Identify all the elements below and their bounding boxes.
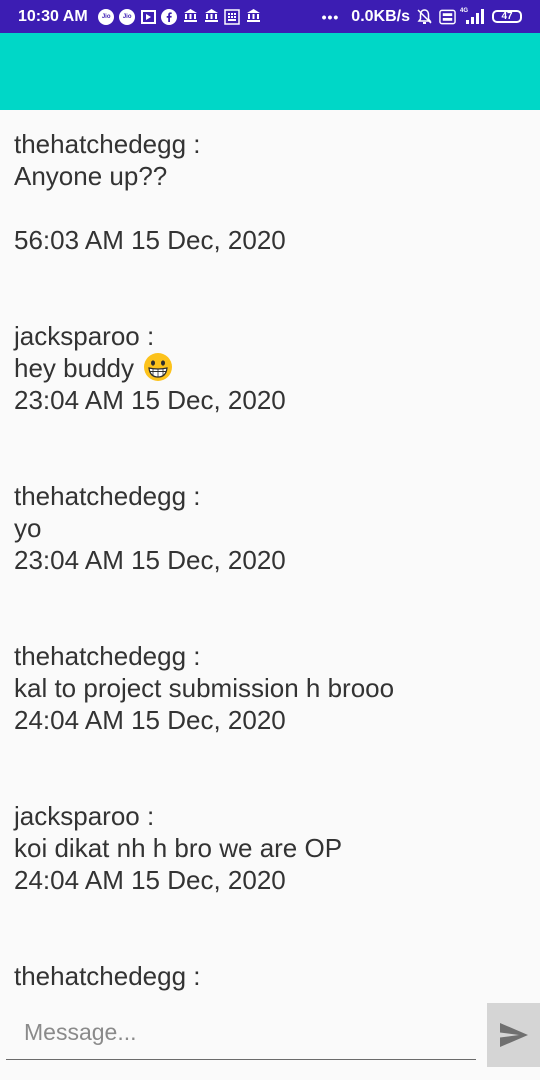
app-bar	[0, 33, 540, 110]
status-bar: 10:30 AM Jio Jio ••• 0.0KB/s 4G 47	[0, 0, 540, 33]
message-text: Anyone up??	[14, 161, 168, 191]
battery-icon: 47	[492, 10, 522, 23]
mute-bell-icon	[416, 8, 433, 25]
message-sender: thehatchedegg :	[14, 641, 201, 671]
message-time: 24:04 AM 15 Dec, 2020	[14, 865, 286, 895]
bank-app-icon	[203, 8, 220, 25]
message-text: kal to project submission h brooo	[14, 673, 395, 703]
bank-app-icon	[245, 8, 262, 25]
message-sender: jacksparoo :	[14, 321, 155, 351]
message-sender: thehatchedegg :	[14, 481, 201, 511]
message-input[interactable]	[6, 1006, 476, 1060]
message-time: 24:04 AM 15 Dec, 2020	[14, 705, 286, 735]
grinning-face-icon	[144, 353, 173, 381]
status-left: 10:30 AM Jio Jio	[18, 8, 262, 26]
signal-icon: 4G	[459, 7, 486, 25]
more-dots-icon: •••	[321, 8, 340, 25]
volte-icon	[439, 8, 456, 25]
jio-icon: Jio	[119, 8, 136, 25]
message-item: thehatchedegg :	[14, 960, 526, 992]
message-item: thehatchedegg : yo 23:04 AM 15 Dec, 2020	[14, 480, 526, 576]
network-type: 4G	[459, 7, 468, 14]
battery-level: 47	[501, 11, 513, 22]
send-button[interactable]	[487, 1003, 540, 1067]
message-item: jacksparoo : koi dikat nh h bro we are O…	[14, 800, 526, 896]
jio-label: Jio	[98, 8, 115, 25]
message-sender: jacksparoo :	[14, 801, 155, 831]
message-text: koi dikat nh h bro we are OP	[14, 833, 343, 863]
video-player-icon	[140, 8, 157, 25]
message-time: 56:03 AM 15 Dec, 2020	[14, 225, 286, 255]
message-list[interactable]: thehatchedegg : Anyone up?? 56:03 AM 15 …	[0, 110, 540, 1000]
send-icon	[499, 1023, 528, 1047]
message-time: 23:04 AM 15 Dec, 2020	[14, 545, 286, 575]
network-speed: 0.0KB/s	[351, 7, 410, 25]
jio-label: Jio	[119, 8, 136, 25]
message-composer	[0, 998, 540, 1080]
facebook-icon	[161, 8, 178, 25]
status-right: ••• 0.0KB/s 4G 47	[322, 8, 522, 26]
jio-icon: Jio	[98, 8, 115, 25]
calculator-icon	[224, 8, 241, 25]
message-text: yo	[14, 513, 42, 543]
message-text-line: hey buddy	[14, 352, 526, 384]
bank-app-icon	[182, 8, 199, 25]
message-item: thehatchedegg : kal to project submissio…	[14, 640, 526, 736]
message-text: hey buddy	[14, 353, 134, 383]
message-time: 23:04 AM 15 Dec, 2020	[14, 385, 286, 415]
message-item: jacksparoo : hey buddy 23:04 AM 15 Dec, …	[14, 320, 526, 416]
message-item: thehatchedegg : Anyone up?? 56:03 AM 15 …	[14, 128, 526, 256]
message-sender: thehatchedegg :	[14, 129, 201, 159]
message-sender: thehatchedegg :	[14, 961, 201, 991]
status-time: 10:30 AM	[18, 7, 88, 25]
